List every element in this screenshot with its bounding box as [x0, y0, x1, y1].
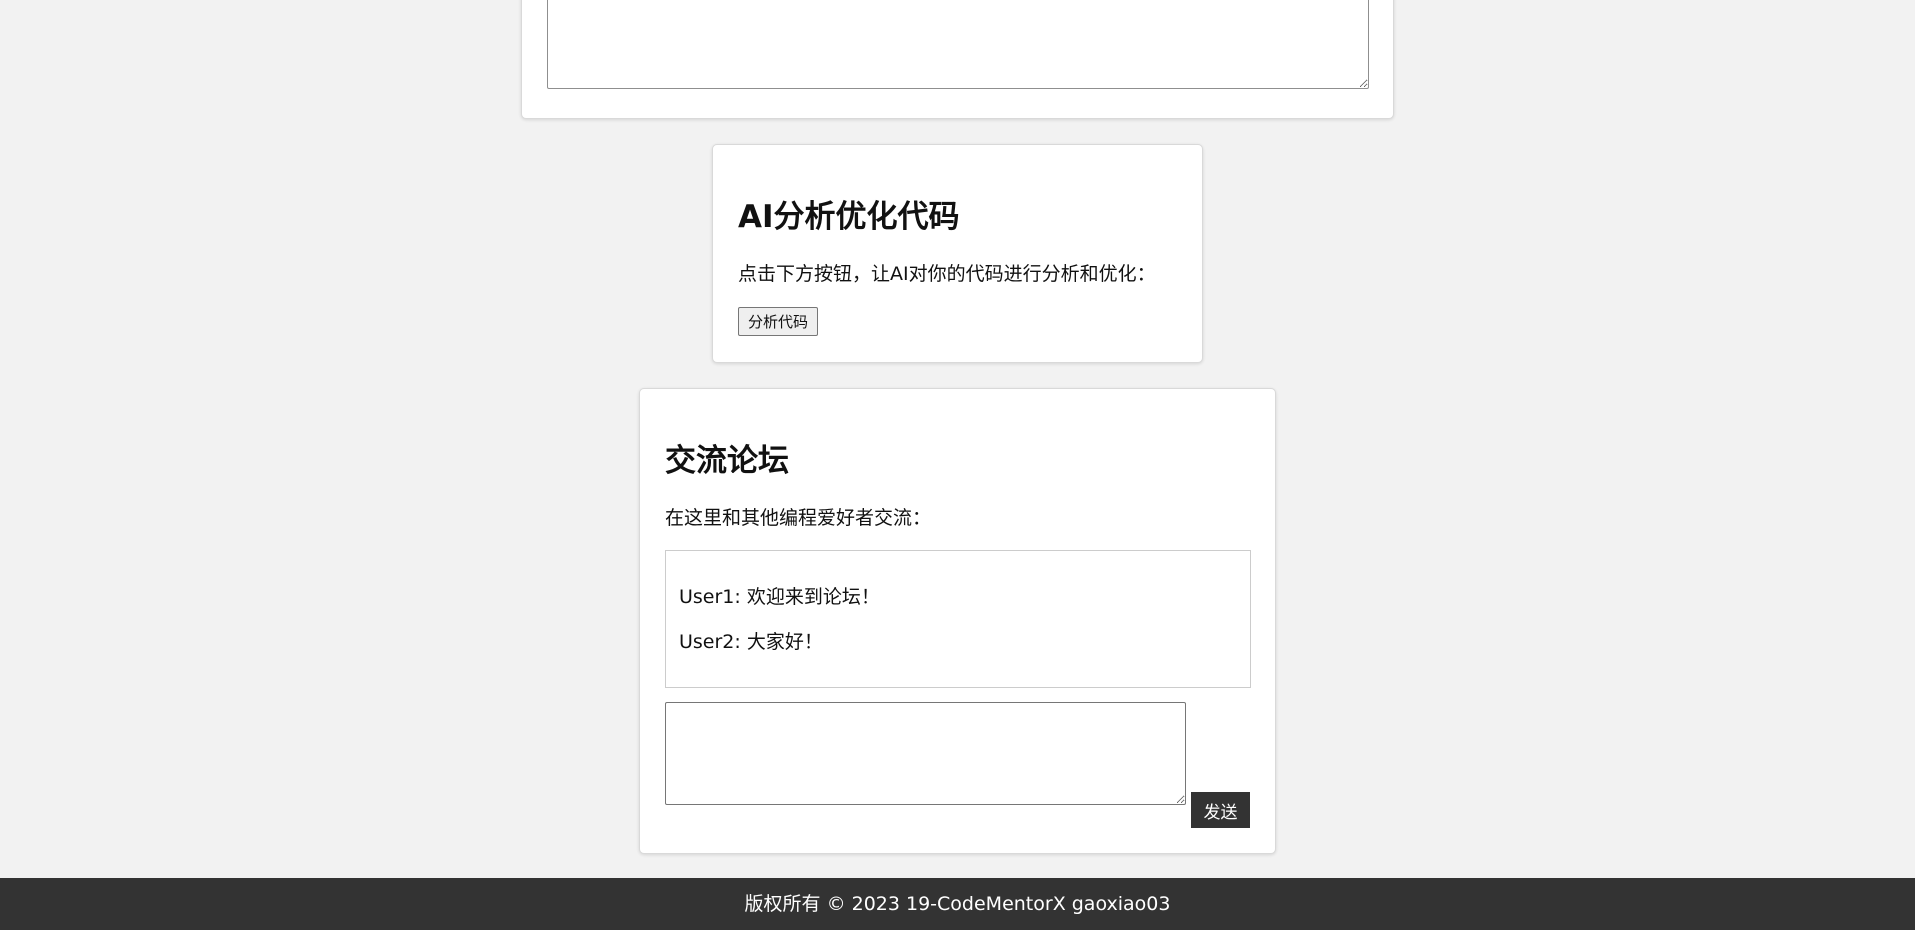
forum-message-list[interactable]: User1: 欢迎来到论坛！ User2: 大家好！: [665, 550, 1251, 688]
page: AI分析优化代码 点击下方按钮，让AI对你的代码进行分析和优化： 分析代码 交流…: [0, 0, 1915, 930]
forum-title: 交流论坛: [665, 443, 789, 479]
forum-message: User1: 欢迎来到论坛！: [679, 586, 880, 608]
send-button[interactable]: 发送: [1191, 792, 1250, 828]
analyze-code-button[interactable]: 分析代码: [738, 307, 819, 336]
code-editor-card: [521, 0, 1394, 119]
ai-analysis-card: AI分析优化代码 点击下方按钮，让AI对你的代码进行分析和优化： 分析代码: [712, 144, 1203, 363]
forum-description: 在这里和其他编程爱好者交流：: [665, 507, 932, 529]
ai-analysis-title: AI分析优化代码: [738, 199, 960, 235]
forum-card: 交流论坛 在这里和其他编程爱好者交流： User1: 欢迎来到论坛！ User2…: [639, 388, 1276, 854]
footer-copyright: 版权所有 © 2023 19-CodeMentorX gaoxiao03: [744, 893, 1171, 915]
forum-message: User2: 大家好！: [679, 631, 823, 653]
ai-analysis-description: 点击下方按钮，让AI对你的代码进行分析和优化：: [738, 263, 1156, 285]
code-editor-textarea[interactable]: [547, 0, 1369, 89]
footer: 版权所有 © 2023 19-CodeMentorX gaoxiao03: [0, 878, 1915, 930]
forum-message-input[interactable]: [665, 702, 1186, 805]
